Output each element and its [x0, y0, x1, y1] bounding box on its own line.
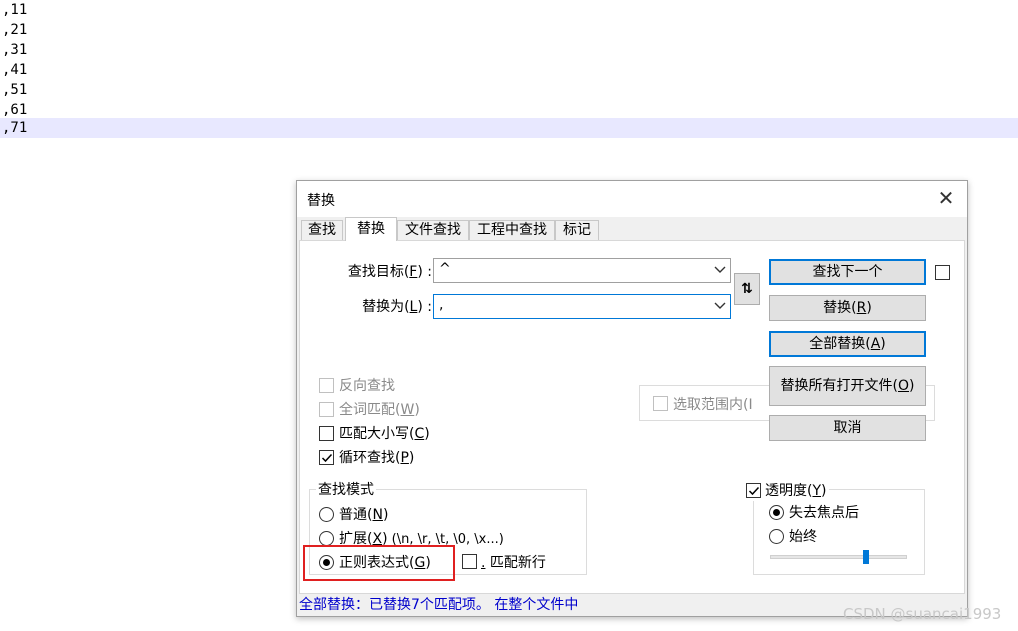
replace-label-text: 替换为 [362, 299, 405, 315]
replace-all-button[interactable]: 全部替换(A) [769, 331, 926, 357]
dot-matches-newline-label: . 匹配新行 [481, 552, 546, 572]
transparency-text: 透明度 [765, 483, 807, 499]
status-message: 全部替换：已替换7个匹配项。 在整个文件中 [299, 597, 579, 613]
replace-all-open-files-button[interactable]: 替换所有打开文件(O) [769, 366, 926, 406]
find-hotkey: F [409, 264, 418, 280]
backward-label: 反向查找 [339, 378, 395, 394]
replace-button[interactable]: 替换(R) [769, 295, 926, 321]
dot-newline-hotkey: . [481, 555, 486, 571]
in-selection-label: 选取范围内(I [673, 397, 753, 413]
transparency-label: 透明度(Y) [765, 483, 827, 499]
close-icon[interactable]: ✕ [933, 187, 959, 211]
whole-word-hotkey: W [400, 402, 415, 418]
editor-current-line[interactable]: ,71 [0, 118, 1018, 138]
whole-word-checkbox[interactable] [319, 402, 334, 417]
on-lose-focus-label: 失去焦点后 [789, 505, 859, 521]
replace-all-open-label: 替换所有打开文件 [780, 378, 893, 394]
transparency-hotkey: Y [812, 483, 822, 499]
transparency-slider-track[interactable] [770, 555, 907, 559]
normal-mode-radio[interactable] [319, 507, 334, 522]
transparency-slider-thumb[interactable] [862, 550, 869, 564]
editor-line[interactable]: ,31 [0, 40, 1018, 60]
always-label: 始终 [789, 529, 817, 545]
wrap-around-text: 循环查找 [339, 450, 395, 466]
dialog-title: 替换 [307, 193, 335, 209]
tab-replace[interactable]: 替换 [345, 217, 397, 241]
watermark: CSDN @suancai1993 [843, 605, 1002, 623]
wrap-around-label: 循环查找(P) [339, 450, 415, 466]
always-radio[interactable] [769, 529, 784, 544]
replace-all-hotkey: A [870, 336, 881, 352]
editor-line[interactable]: ,51 [0, 80, 1018, 100]
replace-all-label: 全部替换 [809, 336, 866, 352]
normal-mode-hotkey: N [372, 507, 383, 523]
replace-button-label: 替换 [823, 300, 852, 316]
chevron-down-icon[interactable] [714, 299, 726, 313]
match-case-text: 匹配大小写 [339, 426, 409, 442]
dialog-titlebar[interactable]: 替换 ✕ [297, 181, 967, 217]
find-label-text: 查找目标 [347, 264, 404, 280]
whole-word-label: 全词匹配(W) [339, 402, 420, 418]
find-next-button[interactable]: 查找下一个 [769, 259, 926, 285]
match-case-hotkey: C [414, 426, 425, 442]
editor-line[interactable]: ,61 [0, 100, 1018, 120]
find-next-option-checkbox[interactable] [935, 265, 950, 280]
cancel-button[interactable]: 取消 [769, 415, 926, 441]
wrap-around-hotkey: P [400, 450, 409, 466]
in-selection-checkbox[interactable] [653, 396, 668, 411]
replace-hotkey: L [409, 299, 418, 315]
dot-matches-newline-checkbox[interactable] [462, 554, 477, 569]
find-value: ^ [439, 261, 451, 277]
extended-mode-radio[interactable] [319, 531, 334, 546]
tab-mark[interactable]: 标记 [555, 220, 599, 241]
search-mode-title: 查找模式 [316, 479, 376, 499]
find-input[interactable]: ^ [433, 258, 731, 283]
match-case-label: 匹配大小写(C) [339, 426, 430, 442]
whole-word-text: 全词匹配 [339, 402, 395, 418]
tab-find-in-project[interactable]: 工程中查找 [469, 220, 555, 241]
dot-newline-text: 匹配新行 [489, 555, 546, 571]
regex-highlight-box [303, 545, 455, 581]
replace-all-open-hotkey: O [897, 378, 910, 394]
on-lose-focus-radio[interactable] [769, 505, 784, 520]
checkmark-icon [748, 486, 760, 496]
tab-find-in-files[interactable]: 文件查找 [397, 220, 469, 241]
find-label: 查找目标(F) : [347, 264, 432, 280]
replace-input[interactable]: , [433, 294, 731, 319]
replace-label: 替换为(L) : [362, 299, 432, 315]
wrap-around-checkbox[interactable] [319, 450, 334, 465]
editor-line[interactable]: ,11 [0, 0, 1018, 20]
swap-find-replace-button[interactable]: ⇅ [734, 273, 760, 305]
tab-find[interactable]: 查找 [301, 220, 343, 241]
chevron-down-icon[interactable] [714, 263, 726, 277]
transparency-checkbox[interactable] [746, 483, 761, 498]
backward-checkbox[interactable] [319, 378, 334, 393]
replace-button-hotkey: R [856, 300, 867, 316]
replace-panel: 查找目标(F) : ^ 替换为(L) : , ⇅ 查找下一个 替换(R) 选取范… [299, 240, 965, 594]
match-case-checkbox[interactable] [319, 426, 334, 441]
normal-mode-text: 普通 [339, 507, 367, 523]
normal-mode-label: 普通(N) [339, 507, 389, 523]
checkmark-icon [321, 453, 333, 463]
editor-line[interactable]: ,21 [0, 20, 1018, 40]
replace-value: , [439, 297, 444, 313]
editor-line[interactable]: ,41 [0, 60, 1018, 80]
